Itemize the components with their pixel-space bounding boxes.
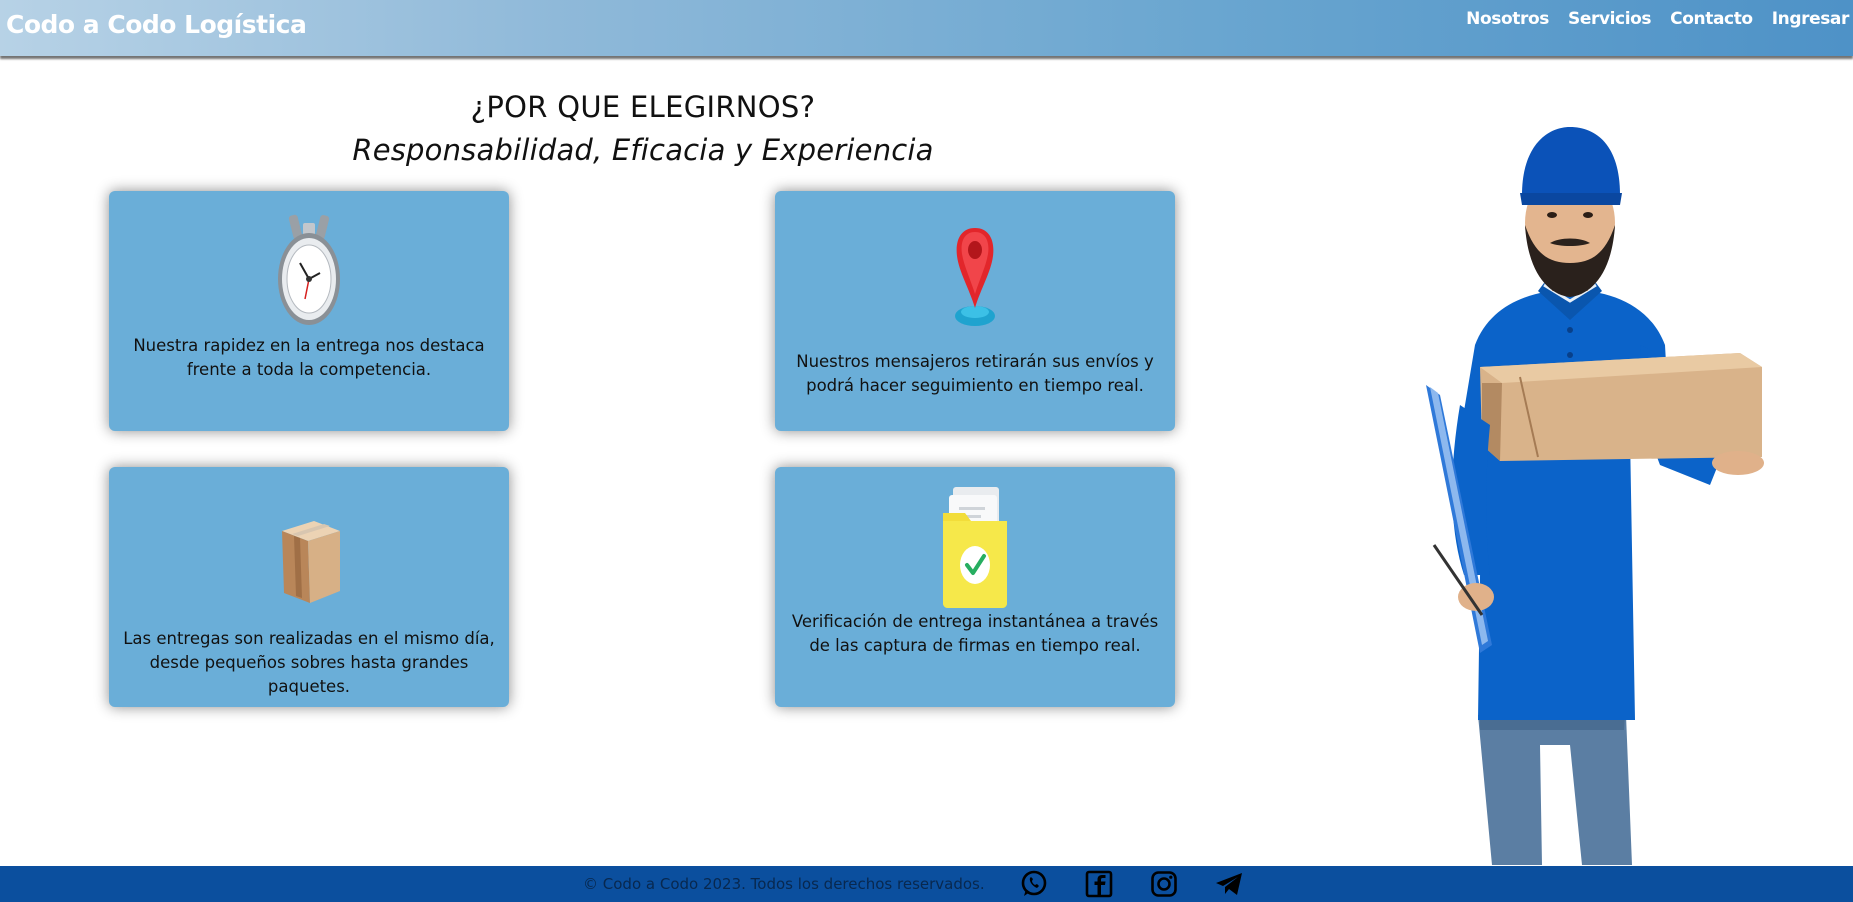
feature-card-text: Nuestros mensajeros retirarán sus envíos… (796, 352, 1154, 395)
section-title: ¿POR QUE ELEGIRNOS? (470, 90, 816, 124)
whatsapp-icon[interactable] (1019, 869, 1049, 899)
feature-card-tracking: Nuestros mensajeros retirarán sus envíos… (775, 191, 1175, 431)
verified-folder-icon (943, 487, 1007, 608)
feature-card-same-day: Las entregas son realizadas en el mismo … (109, 467, 509, 707)
facebook-icon[interactable] (1084, 869, 1114, 899)
nav-link-contacto[interactable]: Contacto (1670, 9, 1753, 29)
feature-card-text: Las entregas son realizadas en el mismo … (123, 629, 495, 696)
location-pin-icon (955, 228, 995, 326)
nav-link-servicios[interactable]: Servicios (1568, 9, 1652, 29)
section-subtitle: Responsabilidad, Eficacia y Experiencia (352, 133, 934, 167)
copyright-text: © Codo a Codo 2023. Todos los derechos r… (583, 875, 985, 893)
courier-image (1426, 127, 1764, 865)
telegram-icon[interactable] (1214, 869, 1244, 899)
brand-logo[interactable]: Codo a Codo Logística (6, 10, 307, 39)
nav-link-ingresar[interactable]: Ingresar (1772, 9, 1850, 29)
site-header: Codo a Codo Logística Nosotros Servicios… (0, 0, 1853, 56)
package-box-icon (282, 521, 340, 603)
feature-card-text: Verificación de entrega instantánea a tr… (791, 612, 1159, 655)
stopwatch-icon (278, 214, 340, 325)
nav-link-nosotros[interactable]: Nosotros (1466, 9, 1549, 29)
feature-card-speed: Nuestra rapidez en la entrega nos destac… (109, 191, 509, 431)
main-nav: Nosotros Servicios Contacto Ingresar (1466, 9, 1849, 29)
feature-card-text: Nuestra rapidez en la entrega nos destac… (133, 336, 485, 379)
feature-card-verification: Verificación de entrega instantánea a tr… (775, 467, 1175, 707)
instagram-icon[interactable] (1149, 869, 1179, 899)
site-footer: © Codo a Codo 2023. Todos los derechos r… (0, 866, 1853, 902)
